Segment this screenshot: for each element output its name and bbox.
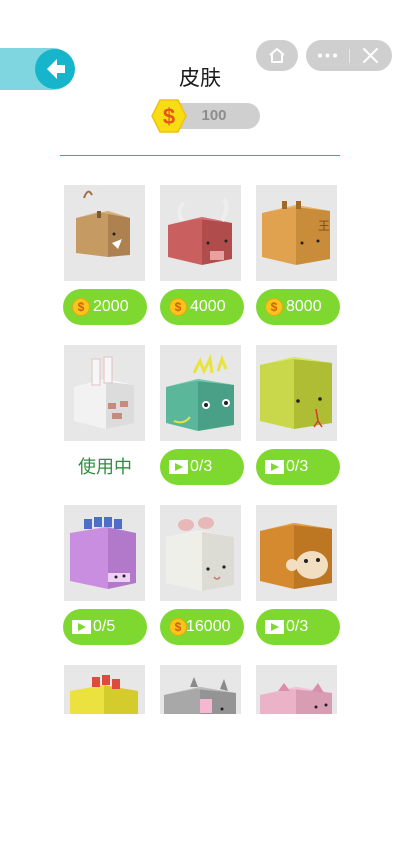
mouse-cube-icon [76, 190, 130, 257]
pig-cube-icon [260, 683, 332, 714]
skin-in-use-label: 使用中 [78, 457, 132, 477]
play-video-icon [265, 620, 284, 634]
buy-skin-mouse-button[interactable]: $ 2000 [63, 289, 147, 325]
rabbit-cube-icon [74, 356, 134, 429]
ox-cube-icon [168, 197, 232, 265]
buy-skin-tiger-button[interactable]: $ 8000 [256, 289, 340, 325]
skin-card-horse[interactable] [64, 505, 145, 601]
svg-text:王: 王 [318, 219, 330, 233]
rooster-cube-icon [70, 675, 138, 714]
dollar-coin-icon: $ [72, 298, 90, 316]
skin-card-rooster[interactable] [64, 665, 145, 714]
skin-card-rabbit[interactable] [64, 345, 145, 441]
buy-skin-sheep-button[interactable]: $ 16000 [160, 609, 244, 645]
buy-skin-ox-button[interactable]: $ 4000 [160, 289, 244, 325]
play-video-icon [265, 460, 284, 474]
watch-video-monkey-button[interactable]: 0/3 [256, 609, 340, 645]
skin-card-monkey[interactable] [256, 505, 337, 601]
dog-cube-icon [164, 677, 236, 714]
skin-card-snake[interactable] [256, 345, 337, 441]
dragon-cube-icon [166, 354, 234, 431]
watch-video-horse-button[interactable]: 0/5 [63, 609, 147, 645]
skin-card-pig[interactable] [256, 665, 337, 714]
tiger-cube-icon: 王 [262, 201, 330, 265]
watch-video-snake-button[interactable]: 0/3 [256, 449, 340, 485]
skin-card-ox[interactable] [160, 185, 241, 281]
dollar-coin-icon: $ [169, 618, 187, 636]
play-video-icon [72, 620, 91, 634]
watch-video-dragon-button[interactable]: 0/3 [160, 449, 244, 485]
skin-card-mouse[interactable] [64, 185, 145, 281]
sheep-cube-icon [166, 517, 234, 591]
skin-card-dragon[interactable] [160, 345, 241, 441]
skin-card-tiger[interactable]: 王 [256, 185, 337, 281]
dollar-coin-icon: $ [265, 298, 283, 316]
snake-cube-icon [260, 357, 332, 429]
skin-grid: $ 2000 $ 4000 王 $ 8000 使用中 0/3 0/3 0/5 $… [0, 0, 400, 714]
play-video-icon [169, 460, 188, 474]
dollar-coin-icon: $ [169, 298, 187, 316]
skin-card-sheep[interactable] [160, 505, 241, 601]
skin-card-dog[interactable] [160, 665, 241, 714]
monkey-cube-icon [260, 523, 332, 589]
horse-cube-icon [70, 517, 136, 589]
